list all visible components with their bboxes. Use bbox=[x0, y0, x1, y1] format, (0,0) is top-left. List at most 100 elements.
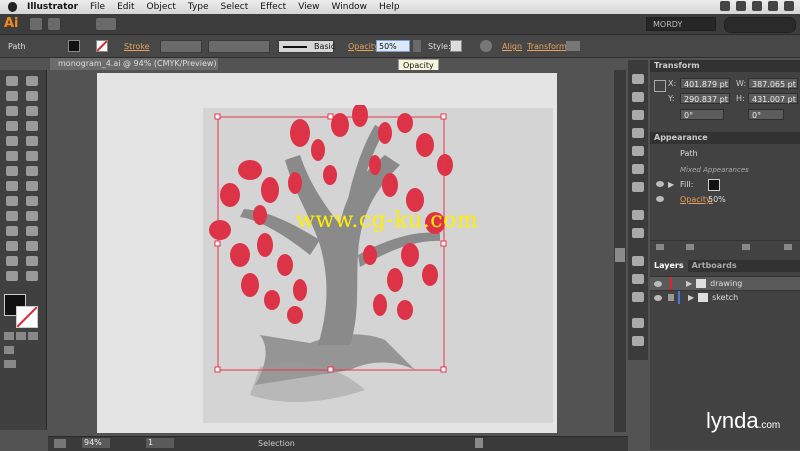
x-input[interactable]: 401.879 pt bbox=[680, 78, 730, 89]
pathfinder-icon[interactable] bbox=[632, 274, 644, 284]
document-tab[interactable]: monogram_4.ai @ 94% (CMYK/Preview) bbox=[50, 58, 218, 70]
gradient-tool-icon[interactable] bbox=[26, 211, 38, 221]
type-tool-icon[interactable] bbox=[6, 121, 18, 131]
actions-icon[interactable] bbox=[632, 318, 644, 328]
artboard-nav-icon[interactable] bbox=[54, 439, 66, 448]
fill-color-chip[interactable] bbox=[708, 179, 720, 191]
rotate-tool-icon[interactable] bbox=[6, 166, 18, 176]
column-graph-tool-icon[interactable] bbox=[26, 241, 38, 251]
mesh-tool-icon[interactable] bbox=[6, 211, 18, 221]
creative-cloud-icon[interactable] bbox=[720, 1, 730, 11]
pen-tool-icon[interactable] bbox=[6, 106, 18, 116]
links-icon[interactable] bbox=[632, 336, 644, 346]
delete-item-icon[interactable] bbox=[784, 244, 792, 250]
symbols-icon[interactable] bbox=[632, 146, 644, 156]
transform-panel-icon[interactable] bbox=[632, 292, 644, 302]
stroke-label[interactable]: Stroke bbox=[124, 42, 150, 51]
curvature-tool-icon[interactable] bbox=[26, 106, 38, 116]
menu-object[interactable]: Object bbox=[141, 2, 182, 12]
isolate-group-icon[interactable] bbox=[566, 41, 580, 51]
opacity-arrow-button[interactable] bbox=[413, 40, 421, 52]
line-tool-icon[interactable] bbox=[26, 121, 38, 131]
graphic-style-swatch[interactable] bbox=[450, 40, 462, 52]
reference-point-icon[interactable] bbox=[654, 80, 666, 92]
color-mode-icon[interactable] bbox=[4, 332, 14, 340]
expand-arrow-icon[interactable]: ▶ bbox=[688, 293, 694, 302]
menu-select[interactable]: Select bbox=[215, 2, 255, 12]
menu-window[interactable]: Window bbox=[326, 2, 374, 12]
wifi-icon[interactable] bbox=[752, 1, 762, 11]
horizontal-scroll-thumb[interactable] bbox=[475, 438, 483, 448]
artboard-number-field[interactable]: 1 bbox=[146, 438, 174, 448]
selection-tool-icon[interactable] bbox=[6, 76, 18, 86]
slice-tool-icon[interactable] bbox=[26, 256, 38, 266]
blend-tool-icon[interactable] bbox=[26, 226, 38, 236]
lasso-tool-icon[interactable] bbox=[26, 91, 38, 101]
menu-effect[interactable]: Effect bbox=[254, 2, 292, 12]
vertical-scroll-thumb[interactable] bbox=[615, 248, 625, 262]
y-input[interactable]: 290.837 pt bbox=[680, 93, 730, 104]
add-effect-icon[interactable] bbox=[686, 244, 694, 250]
symbol-sprayer-tool-icon[interactable] bbox=[6, 241, 18, 251]
stroke-color-box[interactable] bbox=[16, 306, 38, 328]
zoom-tool-icon[interactable] bbox=[26, 271, 38, 281]
recolor-artwork-icon[interactable] bbox=[480, 40, 492, 52]
menu-app[interactable]: Illustrator bbox=[21, 2, 84, 12]
fill-visibility-eye-icon[interactable] bbox=[656, 181, 664, 187]
scale-tool-icon[interactable] bbox=[26, 166, 38, 176]
opacity-visibility-eye-icon[interactable] bbox=[656, 196, 664, 202]
clear-appearance-icon[interactable] bbox=[742, 244, 750, 250]
menu-edit[interactable]: Edit bbox=[111, 2, 140, 12]
shape-builder-tool-icon[interactable] bbox=[6, 196, 18, 206]
artboard-tool-icon[interactable] bbox=[6, 256, 18, 266]
menu-file[interactable]: File bbox=[84, 2, 111, 12]
layer-visibility-eye-icon[interactable] bbox=[654, 294, 662, 301]
stroke-weight-dropdown[interactable] bbox=[160, 40, 202, 53]
stroke-swatch[interactable] bbox=[96, 40, 108, 52]
graphic-styles-icon[interactable] bbox=[632, 164, 644, 174]
free-transform-tool-icon[interactable] bbox=[26, 181, 38, 191]
fill-expand-arrow-icon[interactable]: ▶ bbox=[668, 180, 674, 189]
align-panel-icon[interactable] bbox=[632, 256, 644, 266]
gradient-panel-icon[interactable] bbox=[632, 210, 644, 220]
brushes-icon[interactable] bbox=[632, 128, 644, 138]
appearance-panel-header[interactable]: Appearance bbox=[650, 132, 800, 144]
screen-mode-icon[interactable] bbox=[4, 360, 16, 368]
layer-visibility-eye-icon[interactable] bbox=[654, 280, 662, 287]
eraser-tool-icon[interactable] bbox=[26, 151, 38, 161]
layer-name[interactable]: drawing bbox=[710, 279, 742, 288]
menu-view[interactable]: View bbox=[292, 2, 325, 12]
magic-wand-tool-icon[interactable] bbox=[6, 91, 18, 101]
none-mode-icon[interactable] bbox=[28, 332, 38, 340]
layers-tab[interactable]: Layers bbox=[650, 260, 688, 272]
width-tool-icon[interactable] bbox=[6, 181, 18, 191]
bluetooth-icon[interactable] bbox=[736, 1, 746, 11]
direct-selection-tool-icon[interactable] bbox=[26, 76, 38, 86]
align-link[interactable]: Align bbox=[502, 42, 522, 51]
layer-name[interactable]: sketch bbox=[712, 293, 738, 302]
w-input[interactable]: 387.065 pt bbox=[748, 78, 798, 89]
opacity-input[interactable]: 50% bbox=[376, 40, 410, 52]
workspace-switcher[interactable]: MORDY bbox=[646, 17, 716, 31]
add-stroke-icon[interactable] bbox=[656, 244, 664, 250]
swatches-icon[interactable] bbox=[632, 110, 644, 120]
transform-panel-header[interactable]: Transform bbox=[650, 60, 800, 72]
layer-row-drawing[interactable]: ▶ drawing bbox=[650, 276, 800, 290]
gradient-mode-icon[interactable] bbox=[16, 332, 26, 340]
rotate-input[interactable]: 0° bbox=[680, 109, 724, 120]
opacity-label[interactable]: Opacity bbox=[348, 42, 379, 51]
expand-arrow-icon[interactable]: ▶ bbox=[686, 279, 692, 288]
menu-help[interactable]: Help bbox=[373, 2, 406, 12]
zoom-dropdown[interactable]: 94% bbox=[82, 438, 110, 448]
menu-type[interactable]: Type bbox=[182, 2, 215, 12]
search-icon[interactable] bbox=[784, 1, 794, 11]
hand-tool-icon[interactable] bbox=[6, 271, 18, 281]
tree-artwork[interactable] bbox=[200, 105, 560, 425]
transform-link[interactable]: Transform bbox=[527, 42, 567, 51]
artboards-tab[interactable]: Artboards bbox=[688, 260, 741, 272]
color-guide-icon[interactable] bbox=[632, 92, 644, 102]
h-input[interactable]: 431.007 pt bbox=[748, 93, 798, 104]
bridge-icon[interactable] bbox=[30, 18, 42, 30]
eyedropper-tool-icon[interactable] bbox=[6, 226, 18, 236]
transparency-panel-icon[interactable] bbox=[632, 228, 644, 238]
